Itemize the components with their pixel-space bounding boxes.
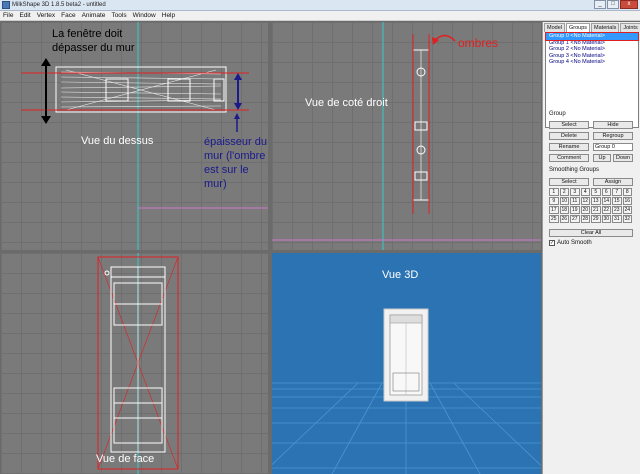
smoothing-group-button[interactable]: 18	[559, 206, 569, 214]
smoothing-group-button[interactable]: 29	[591, 215, 601, 223]
tab-groups[interactable]: Groups	[565, 23, 591, 32]
smoothing-group-button[interactable]: 21	[591, 206, 601, 214]
group-delete-button[interactable]: Delete	[549, 132, 589, 140]
group-section-label: Group	[549, 111, 566, 117]
smoothing-group-button[interactable]: 20	[580, 206, 590, 214]
smoothing-group-button[interactable]: 28	[580, 215, 590, 223]
menu-help[interactable]: Help	[162, 11, 175, 20]
smoothing-group-button[interactable]: 27	[570, 215, 580, 223]
window-title: MilkShape 3D 1.8.5 beta2 - untitled	[12, 2, 106, 8]
checkbox-check-icon: ✓	[549, 240, 555, 246]
smoothing-group-button[interactable]: 17	[549, 206, 559, 214]
group-up-button[interactable]: Up	[593, 154, 611, 162]
smoothing-group-button[interactable]: 22	[601, 206, 611, 214]
smoothing-group-button[interactable]: 14	[601, 197, 611, 205]
label-top-view: Vue du dessus	[81, 135, 154, 147]
maximize-button[interactable]: □	[607, 0, 619, 9]
smoothing-group-button[interactable]: 2	[559, 188, 569, 196]
smoothing-select-button[interactable]: Select	[549, 178, 589, 186]
close-button[interactable]: x	[620, 0, 638, 9]
smoothing-group-button[interactable]: 13	[591, 197, 601, 205]
smoothing-group-button[interactable]: 24	[622, 206, 632, 214]
right-view-drawing	[272, 22, 541, 250]
smoothing-group-grid: 1 2 3 4 5 6 7 8 9 10 11 12 13 14 15 16 1…	[549, 188, 633, 223]
smoothing-group-button[interactable]: 9	[549, 197, 559, 205]
smoothing-clear-all-button[interactable]: Clear All	[549, 229, 633, 237]
smoothing-group-button[interactable]: 7	[612, 188, 622, 196]
group-rename-button[interactable]: Rename	[549, 143, 589, 151]
note-wall-thickness: épaisseur du mur (l'ombre est sur le mur…	[204, 136, 267, 190]
smoothing-group-button[interactable]: 23	[612, 206, 622, 214]
tab-joints[interactable]: Joints	[620, 23, 640, 32]
right-panel: Model Groups Materials Joints Group 0 <N…	[542, 22, 640, 474]
smoothing-group-button[interactable]: 5	[591, 188, 601, 196]
smoothing-group-button[interactable]: 6	[601, 188, 611, 196]
menu-tools[interactable]: Tools	[111, 11, 126, 20]
menu-edit[interactable]: Edit	[19, 11, 30, 20]
menu-bar: File Edit Vertex Face Animate Tools Wind…	[0, 11, 640, 21]
smoothing-assign-button[interactable]: Assign	[593, 178, 633, 186]
smoothing-group-button[interactable]: 11	[570, 197, 580, 205]
smoothing-group-button[interactable]: 19	[570, 206, 580, 214]
smoothing-group-button[interactable]: 16	[622, 197, 632, 205]
tab-model[interactable]: Model	[544, 23, 565, 32]
label-front-view: Vue de face	[96, 453, 155, 465]
smoothing-group-button[interactable]: 12	[580, 197, 590, 205]
smoothing-group-button[interactable]: 15	[612, 197, 622, 205]
menu-animate[interactable]: Animate	[82, 11, 106, 20]
menu-window[interactable]: Window	[133, 11, 156, 20]
tab-materials[interactable]: Materials	[591, 23, 620, 32]
viewport-top[interactable]: La fenêtre doit dépasser du mur Vue du d…	[1, 22, 268, 250]
auto-smooth-label: Auto Smooth	[557, 240, 592, 246]
group-regroup-button[interactable]: Regroup	[593, 132, 633, 140]
auto-smooth-checkbox[interactable]: ✓ Auto Smooth	[549, 240, 592, 246]
label-right-view: Vue de coté droit	[305, 97, 388, 109]
panel-tabs: Model Groups Materials Joints	[544, 23, 640, 32]
group-hide-button[interactable]: Hide	[593, 121, 633, 129]
smoothing-group-button[interactable]: 8	[622, 188, 632, 196]
smoothing-group-button[interactable]: 1	[549, 188, 559, 196]
note-window-overlap: La fenêtre doit dépasser du mur	[52, 28, 135, 54]
label-3d-view: Vue 3D	[382, 269, 419, 281]
group-list-item[interactable]: Group 4 <No Material>	[546, 59, 638, 66]
smoothing-group-button[interactable]: 10	[559, 197, 569, 205]
smoothing-group-button[interactable]: 3	[570, 188, 580, 196]
smoothing-group-button[interactable]: 30	[601, 215, 611, 223]
smoothing-group-button[interactable]: 26	[559, 215, 569, 223]
front-view-drawing	[97, 253, 179, 474]
smoothing-group-button[interactable]: 4	[580, 188, 590, 196]
menu-face[interactable]: Face	[61, 11, 75, 20]
menu-file[interactable]: File	[3, 11, 13, 20]
app-icon	[2, 1, 10, 9]
group-name-field[interactable]: Group 0	[593, 143, 633, 151]
group-down-button[interactable]: Down	[613, 154, 633, 162]
title-bar: MilkShape 3D 1.8.5 beta2 - untitled _ □ …	[0, 0, 640, 11]
menu-vertex[interactable]: Vertex	[37, 11, 55, 20]
group-comment-button[interactable]: Comment	[549, 154, 589, 162]
viewport-right[interactable]: ombres Vue de coté droit	[272, 22, 541, 250]
note-shadows: ombres	[458, 36, 499, 50]
viewport-front[interactable]: Vue de face	[1, 253, 268, 474]
smoothing-group-button[interactable]: 25	[549, 215, 559, 223]
3d-view-drawing	[272, 308, 541, 474]
milkshape-window: MilkShape 3D 1.8.5 beta2 - untitled _ □ …	[0, 0, 640, 474]
smoothing-group-button[interactable]: 31	[612, 215, 622, 223]
group-select-button[interactable]: Select	[549, 121, 589, 129]
minimize-button[interactable]: _	[594, 0, 606, 9]
smoothing-group-button[interactable]: 32	[622, 215, 632, 223]
viewport-3d[interactable]: Vue 3D	[272, 253, 541, 474]
smoothing-section-label: Smoothing Groups	[549, 167, 600, 173]
